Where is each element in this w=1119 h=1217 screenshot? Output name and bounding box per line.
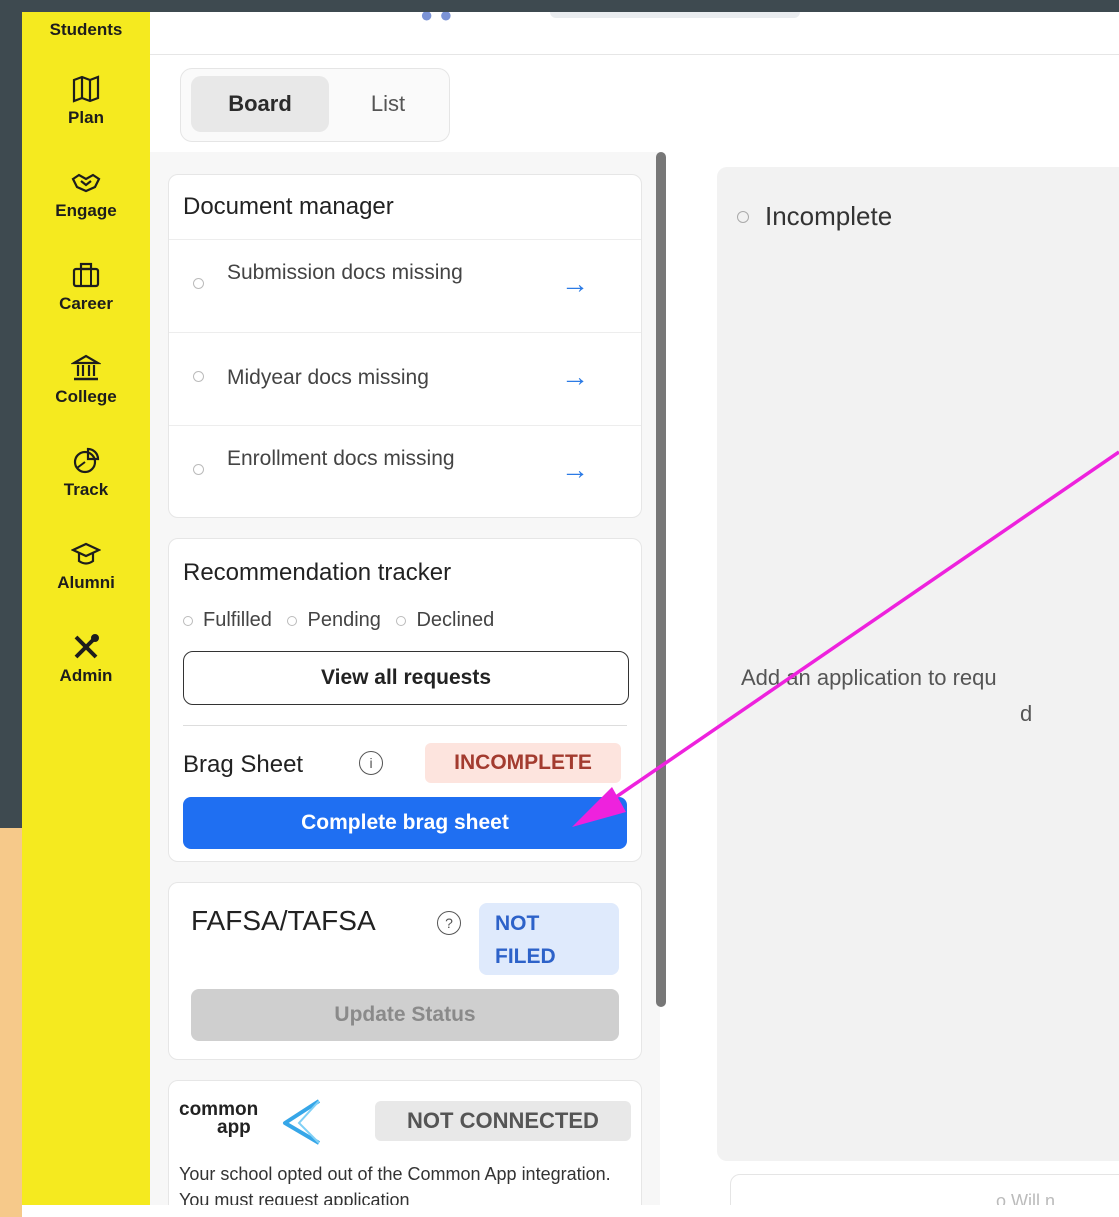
tab-list[interactable]: List [343,76,433,132]
document-manager-title: Document manager [183,193,394,220]
status-pending: Pending [307,609,381,631]
graduation-cap-icon [22,539,150,573]
status-dot [287,616,298,626]
sidebar-item-students[interactable]: Students [22,20,150,40]
tab-board[interactable]: Board [191,76,329,132]
sidebar-item-label: Alumni [57,573,115,592]
sidebar-item-track[interactable]: Track [22,446,150,500]
doc-row-label: Midyear docs missing [227,366,429,389]
fafsa-card: FAFSA/TAFSA ? NOT FILED Update Status [168,882,642,1060]
sidebar-item-plan[interactable]: Plan [22,74,150,128]
status-dot [396,616,407,626]
common-app-status-badge: NOT CONNECTED [375,1101,631,1141]
status-dot [737,211,749,223]
status-dot [193,464,204,475]
briefcase-icon [22,260,150,294]
map-icon [22,74,150,108]
top-bar: ●● [150,12,1119,55]
status-dot [193,371,204,382]
sidebar-item-alumni[interactable]: Alumni [22,539,150,593]
pie-chart-icon [22,446,150,480]
sidebar-item-label: Plan [68,108,104,127]
doc-row-label: Submission docs missing [227,261,463,284]
handshake-icon [22,167,150,201]
common-app-arrow-icon [283,1099,321,1145]
arrow-right-icon[interactable]: → [561,361,589,393]
sidebar-item-label: Track [63,480,109,499]
view-toggle: Board List [180,68,450,142]
recommendation-tracker-title: Recommendation tracker [183,559,452,586]
empty-state-text: d [1020,701,1033,726]
doc-row-midyear[interactable]: Midyear docs missing → [169,332,641,425]
empty-state-text: Add an application to requ [741,665,997,690]
fafsa-title: FAFSA/TAFSA [191,905,376,936]
common-app-logo: common app [179,1099,329,1149]
recommendation-tracker-card: Recommendation tracker Fulfilled Pending… [168,538,642,862]
info-icon[interactable]: i [359,751,383,775]
common-app-card: common app NOT CONNECTED Your school opt… [168,1080,642,1205]
arrow-right-icon[interactable]: → [561,454,589,486]
sidebar-item-label: College [55,387,117,406]
sidebar: Students Plan Engage Career College Trac… [22,12,150,1205]
bottom-edge [22,1205,1119,1217]
document-manager-card: Document manager Submission docs missing… [168,174,642,518]
tools-icon [22,632,150,666]
scrollbar[interactable] [656,152,666,1007]
sidebar-item-career[interactable]: Career [22,260,150,314]
recommendation-status-row: Fulfilled Pending Declined [183,609,494,632]
app-window: Students Plan Engage Career College Trac… [22,12,1119,1205]
common-app-description: Your school opted out of the Common App … [179,1164,611,1205]
doc-row-submission[interactable]: Submission docs missing → [169,239,641,332]
arrow-right-icon[interactable]: → [561,268,589,300]
fafsa-status-line2: FILED [495,945,556,968]
common-app-logo-text: app [217,1117,251,1138]
column-title: o Will n [996,1191,1056,1205]
sidebar-item-admin[interactable]: Admin [22,632,150,686]
sidebar-item-label: Career [59,294,113,313]
doc-row-enrollment[interactable]: Enrollment docs missing → [169,425,641,518]
update-status-button[interactable]: Update Status [191,989,619,1041]
complete-brag-sheet-button[interactable]: Complete brag sheet [183,797,627,849]
status-dot [183,616,193,626]
sidebar-item-label: Students [49,20,123,39]
board-column-next: o Will n [730,1174,1119,1205]
sidebar-item-label: Engage [55,201,117,220]
top-placeholder [550,12,800,18]
top-indicator: ●● [420,12,459,27]
background-strip [0,828,22,1217]
brag-sheet-status-badge: INCOMPLETE [425,743,621,783]
status-declined: Declined [416,609,495,631]
divider [183,725,627,726]
doc-row-label: Enrollment docs missing [227,447,455,470]
left-panel: Document manager Submission docs missing… [150,152,660,1205]
status-fulfilled: Fulfilled [203,609,272,631]
sidebar-item-college[interactable]: College [22,353,150,407]
fafsa-status-line1: NOT [495,912,540,935]
brag-sheet-title: Brag Sheet [183,751,304,778]
column-title: Incomplete [765,201,893,231]
college-icon [22,353,150,387]
sidebar-item-label: Admin [59,666,113,685]
fafsa-status-badge: NOT FILED [479,903,619,975]
help-icon[interactable]: ? [437,911,461,935]
view-all-requests-button[interactable]: View all requests [183,651,629,705]
sidebar-item-engage[interactable]: Engage [22,167,150,221]
status-dot [193,278,204,289]
board-column-incomplete: Incomplete Add an application to requ d [717,167,1119,1161]
